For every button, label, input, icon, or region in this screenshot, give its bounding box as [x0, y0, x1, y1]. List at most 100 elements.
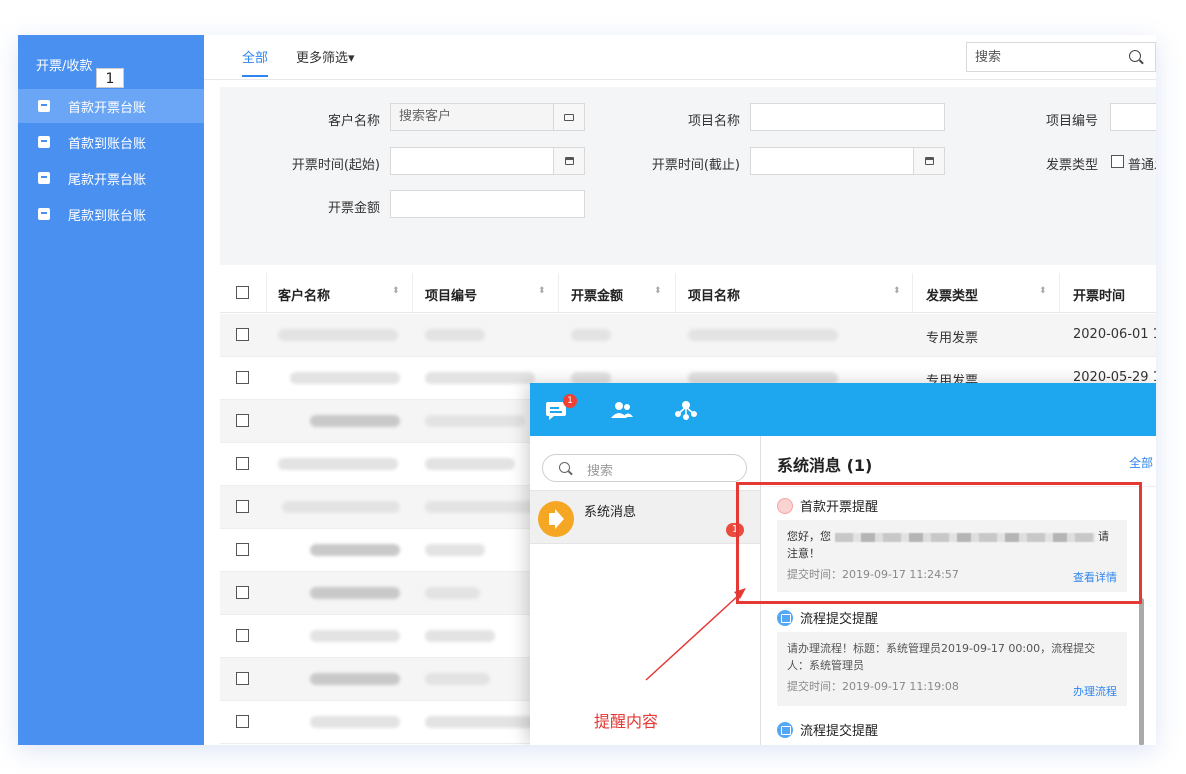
invoice-type-checkbox[interactable]: [1111, 155, 1124, 168]
sort-icon[interactable]: ⬍: [538, 286, 546, 296]
column-header-project-no[interactable]: 项目编号: [425, 285, 477, 304]
conversation-search-placeholder: 搜索: [587, 464, 614, 479]
column-header-invoice-type[interactable]: 发票类型: [926, 285, 978, 304]
sidebar-item-first-invoice[interactable]: 首款开票台账: [18, 89, 204, 123]
project-name-input[interactable]: [750, 103, 945, 131]
column-divider: [412, 273, 413, 313]
message-center-header: 1: [530, 383, 1156, 436]
message-card: 请办理流程！标题：系统管理员2019-09-17 00:00，流程提交人：系统管…: [777, 632, 1127, 706]
invoice-end-date-input[interactable]: [750, 147, 914, 175]
id-card-icon: [564, 113, 574, 121]
redacted-cell: [425, 630, 495, 642]
sidebar-step-badge: 1: [96, 68, 124, 88]
project-no-input[interactable]: [1110, 103, 1156, 131]
message-header: 流程提交提醒: [777, 720, 878, 739]
sort-icon[interactable]: ⬍: [392, 286, 400, 296]
filter-panel: 客户名称 搜索客户 项目名称 项目编号 开票时间(起始) 开票时间(截止) 发票…: [220, 87, 1156, 265]
customer-label: 客户名称: [327, 114, 380, 129]
redacted-cell: [425, 501, 535, 513]
project-no-label: 项目编号: [1045, 114, 1098, 129]
handle-process-link[interactable]: 办理流程: [1073, 683, 1117, 700]
amount-input[interactable]: [390, 190, 585, 218]
row-checkbox[interactable]: [236, 414, 249, 427]
workflow-icon: [777, 721, 793, 738]
workflow-icon: [777, 609, 793, 626]
search-input[interactable]: [967, 43, 1117, 71]
message-time: 提交时间：2019-09-17 11:19:08: [787, 680, 959, 693]
calendar-icon: [924, 157, 934, 165]
sidebar-item-first-receipt[interactable]: 首款到账台账: [18, 125, 204, 159]
invoice-end-label: 开票时间(截止): [651, 158, 740, 173]
sidebar-item-final-invoice[interactable]: 尾款开票台账: [18, 161, 204, 195]
sidebar: 开票/收款 1 首款开票台账 首款到账台账 尾款开票台账 尾款到账台账: [18, 35, 204, 745]
sidebar-item-label: 首款到账台账: [68, 136, 147, 152]
table-row[interactable]: 专用发票 2020-06-01 10:: [220, 314, 1156, 357]
ledger-icon: [38, 208, 50, 220]
sort-icon[interactable]: ⬍: [654, 286, 662, 296]
column-header-amount[interactable]: 开票金额: [571, 285, 623, 304]
sidebar-item-label: 尾款开票台账: [68, 172, 147, 188]
column-divider: [912, 273, 913, 313]
more-filters-dropdown[interactable]: 更多筛选▾: [296, 47, 355, 66]
invoice-end-calendar-button[interactable]: [913, 147, 945, 175]
select-all-checkbox[interactable]: [236, 286, 249, 299]
column-divider: [675, 273, 676, 313]
sidebar-item-label: 首款开票台账: [68, 100, 147, 116]
sort-icon[interactable]: ⬍: [893, 286, 901, 296]
row-checkbox[interactable]: [236, 629, 249, 642]
column-header-invoice-time[interactable]: 开票时间: [1073, 285, 1125, 304]
sidebar-item-final-receipt[interactable]: 尾款到账台账: [18, 197, 204, 231]
ledger-icon: [38, 100, 50, 112]
redacted-cell: [310, 716, 400, 728]
project-name-label: 项目名称: [687, 114, 740, 129]
annotation-label: 提醒内容: [594, 712, 659, 731]
customer-search-input[interactable]: 搜索客户: [390, 103, 554, 131]
conversation-list: 搜索 系统消息 1: [530, 436, 761, 745]
app-window: 开票/收款 1 首款开票台账 首款到账台账 尾款开票台账 尾款到账台账 全部 更…: [18, 35, 1156, 745]
redacted-cell: [310, 415, 400, 427]
tab-all[interactable]: 全部: [242, 47, 268, 66]
row-checkbox[interactable]: [236, 371, 249, 384]
row-checkbox[interactable]: [236, 500, 249, 513]
redacted-cell: [310, 587, 400, 599]
contacts-icon[interactable]: [610, 399, 634, 421]
redacted-cell: [571, 329, 611, 341]
conversation-search[interactable]: 搜索: [542, 454, 747, 482]
row-checkbox[interactable]: [236, 543, 249, 556]
conversation-item-system[interactable]: 系统消息 1: [530, 490, 760, 544]
redacted-cell: [425, 716, 535, 728]
row-checkbox[interactable]: [236, 457, 249, 470]
scrollbar[interactable]: [1139, 598, 1144, 745]
invoice-start-date-input[interactable]: [390, 147, 554, 175]
messages-badge: 1: [563, 394, 577, 408]
annotation-highlight-box: [736, 482, 1142, 604]
top-bar: 全部 更多筛选▾: [204, 35, 1156, 80]
active-tab-indicator: [242, 75, 268, 77]
row-checkbox[interactable]: [236, 328, 249, 341]
sort-icon[interactable]: ⬍: [1039, 286, 1047, 296]
invoice-type-cell: 专用发票: [926, 331, 979, 346]
redacted-cell: [310, 673, 400, 685]
search-icon[interactable]: [1129, 50, 1141, 62]
row-checkbox[interactable]: [236, 586, 249, 599]
column-header-customer[interactable]: 客户名称: [278, 285, 330, 304]
redacted-cell: [425, 587, 480, 599]
row-checkbox[interactable]: [236, 715, 249, 728]
invoice-start-calendar-button[interactable]: [553, 147, 585, 175]
redacted-cell: [425, 372, 535, 384]
row-checkbox[interactable]: [236, 672, 249, 685]
column-header-project-name[interactable]: 项目名称: [688, 285, 740, 304]
redacted-cell: [425, 415, 525, 427]
view-all-link[interactable]: 全部: [1129, 454, 1153, 471]
redacted-cell: [310, 544, 400, 556]
redacted-cell: [425, 673, 490, 685]
redacted-cell: [425, 544, 485, 556]
ledger-icon: [38, 172, 50, 184]
redacted-cell: [282, 501, 400, 513]
invoice-type-option: 普通发票: [1128, 158, 1156, 173]
org-structure-icon[interactable]: [674, 399, 698, 421]
column-divider: [266, 273, 267, 313]
message-title: 流程提交提醒: [800, 724, 879, 739]
search-box: [966, 42, 1156, 72]
customer-picker-button[interactable]: [553, 103, 585, 131]
